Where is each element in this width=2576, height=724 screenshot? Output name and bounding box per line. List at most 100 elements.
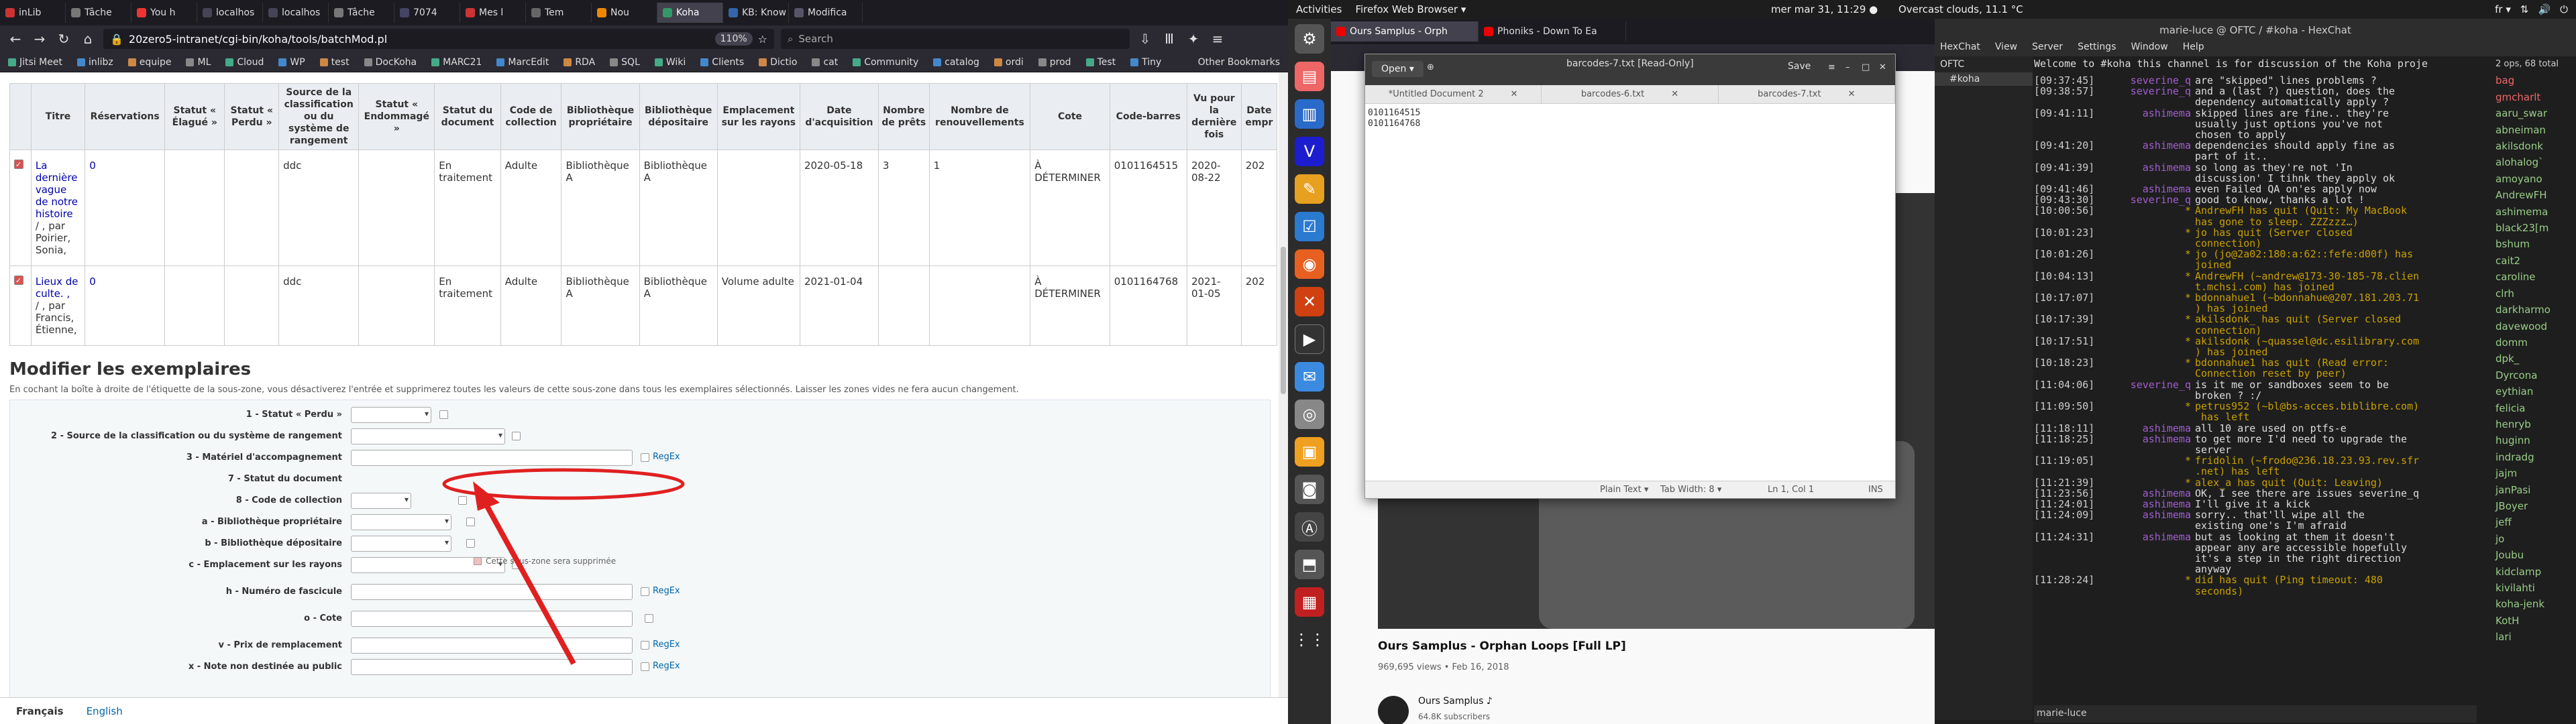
zoom-indicator[interactable]: 110% — [714, 32, 753, 46]
nickname[interactable]: ashimema — [2104, 140, 2195, 162]
bookmark-item[interactable]: DocKoha — [364, 57, 417, 68]
user-entry[interactable]: darkharmo — [2496, 302, 2576, 318]
column-header[interactable]: Emplacement sur les rayons — [716, 83, 800, 150]
delete-subfield-checkbox[interactable] — [641, 662, 649, 671]
back-arrow-icon[interactable]: ← — [7, 30, 24, 48]
app-menu[interactable]: Firefox Web Browser ▾ — [1355, 3, 1466, 15]
column-header[interactable]: Réservations — [85, 83, 166, 150]
bookmark-item[interactable]: inlibz — [76, 57, 113, 68]
user-entry[interactable]: huginn — [2496, 432, 2576, 448]
extensions-icon[interactable]: ✦ — [1185, 30, 1202, 48]
user-entry[interactable]: clrh — [2496, 286, 2576, 302]
language-english-link[interactable]: English — [87, 705, 123, 717]
bookmark-item[interactable]: Wiki — [654, 57, 686, 68]
nickname[interactable]: ashimema — [2104, 108, 2195, 141]
server-node[interactable]: OFTC — [1935, 56, 2033, 72]
column-header[interactable] — [9, 83, 32, 150]
nickname[interactable]: * — [2104, 314, 2195, 335]
firefox-dock-icon[interactable]: ◉ — [1295, 249, 1324, 279]
message-input[interactable]: marie-luce — [2034, 705, 2477, 723]
gedit-tab[interactable]: barcodes-6.txt ✕ — [1542, 85, 1719, 103]
bookmark-item[interactable]: SQL — [610, 57, 640, 68]
user-entry[interactable]: jo — [2496, 531, 2576, 547]
browser-tab[interactable]: Phoniks - Down To Ea — [1479, 21, 1626, 42]
browser-tab[interactable]: Ours Samplus - Orph — [1331, 21, 1479, 42]
delete-subfield-checkbox[interactable] — [458, 496, 467, 505]
field-select[interactable] — [351, 407, 431, 423]
column-header[interactable]: Titre — [30, 83, 86, 150]
nickname[interactable]: severine_q — [2104, 75, 2195, 86]
delete-subfield-checkbox[interactable] — [512, 432, 521, 440]
files-dock-icon[interactable]: ▤ — [1295, 62, 1324, 91]
column-header[interactable]: Statut du document — [434, 83, 501, 150]
regex-link[interactable]: RegEx — [653, 452, 680, 462]
bookmark-item[interactable]: ML — [186, 57, 211, 68]
bookmark-item[interactable]: ordi — [994, 57, 1024, 68]
user-entry[interactable]: dpk_ — [2496, 351, 2576, 367]
row-checkbox[interactable] — [14, 159, 23, 171]
menu-icon[interactable]: ≡ — [1209, 30, 1226, 48]
user-entry[interactable]: ashimema — [2496, 204, 2576, 220]
bookmark-item[interactable]: Clients — [700, 57, 744, 68]
menu-item[interactable]: HexChat — [1940, 42, 1980, 56]
field-input[interactable] — [351, 611, 633, 627]
reservations-link[interactable]: 0 — [89, 160, 96, 172]
bookmark-item[interactable]: test — [319, 57, 350, 68]
system-status[interactable]: fr ▾ ⇅ 🔊 ⏻ — [2495, 3, 2568, 15]
disk-dock-icon[interactable]: ◎ — [1295, 400, 1324, 429]
minimize-icon[interactable]: – — [1845, 62, 1850, 72]
user-entry[interactable]: amoyano — [2496, 171, 2576, 187]
accessibility-dock-icon[interactable]: Ⓐ — [1295, 512, 1324, 542]
forward-arrow-icon[interactable]: → — [31, 30, 48, 48]
regex-link[interactable]: RegEx — [653, 586, 680, 596]
field-select[interactable] — [351, 514, 451, 530]
bookmark-item[interactable]: Tiny — [1130, 57, 1161, 68]
user-entry[interactable]: aaru_swar — [2496, 105, 2576, 121]
menu-item[interactable]: Window — [2131, 42, 2167, 56]
nickname[interactable]: severine_q — [2104, 379, 2195, 401]
title-link[interactable]: La dernière vague de notre histoire — [36, 160, 78, 220]
nickname[interactable]: * — [2104, 270, 2195, 292]
channel-node[interactable]: #koha — [1935, 72, 2033, 86]
menu-item[interactable]: Help — [2183, 42, 2204, 56]
field-input[interactable] — [351, 638, 633, 654]
notes-dock-icon[interactable]: ✎ — [1295, 174, 1324, 204]
bookmark-item[interactable]: WP — [278, 57, 305, 68]
bookmark-item[interactable]: equipe — [127, 57, 171, 68]
new-tab-icon[interactable]: ⊕ — [1427, 62, 1434, 72]
url-bar[interactable]: 🔒 20zero5-intranet/cgi-bin/koha/tools/ba… — [103, 29, 774, 49]
column-header[interactable]: Bibliothèque propriétaire — [561, 83, 640, 150]
language-selector[interactable]: Plain Text ▾ — [1600, 485, 1648, 495]
library-icon[interactable]: Ⅲ — [1161, 30, 1178, 48]
open-button[interactable]: Open ▾ — [1372, 61, 1424, 77]
column-header[interactable]: Code de collection — [500, 83, 562, 150]
user-entry[interactable]: jeff — [2496, 514, 2576, 530]
browser-tab[interactable]: Modifica — [789, 3, 863, 23]
user-entry[interactable]: kidclamp — [2496, 564, 2576, 580]
reservations-link[interactable]: 0 — [89, 276, 96, 288]
clock[interactable]: mer mar 31, 11:29 ● — [1771, 3, 1878, 15]
user-entry[interactable]: abneiman — [2496, 122, 2576, 138]
nickname[interactable]: severine_q — [2104, 194, 2195, 205]
tool-dock-icon[interactable]: ✕ — [1295, 287, 1324, 316]
column-header[interactable]: Date d'acquisition — [799, 83, 879, 150]
user-entry[interactable]: davewood — [2496, 318, 2576, 335]
channel-topic[interactable]: Welcome to #koha this channel is for dis… — [2034, 58, 2477, 70]
user-entry[interactable]: lari — [2496, 629, 2576, 645]
nickname[interactable]: * — [2104, 205, 2195, 227]
delete-subfield-checkbox[interactable] — [641, 587, 649, 596]
nickname[interactable]: * — [2104, 357, 2195, 379]
bookmark-item[interactable]: cat — [812, 57, 838, 68]
bookmark-item[interactable]: prod — [1038, 57, 1071, 68]
nickname[interactable]: * — [2104, 227, 2195, 249]
column-header[interactable]: Source de la classification ou du systèm… — [278, 83, 360, 150]
tab-width-selector[interactable]: Tab Width: 8 ▾ — [1660, 485, 1721, 495]
user-entry[interactable]: henryb — [2496, 416, 2576, 432]
field-select[interactable] — [351, 428, 505, 444]
column-header[interactable]: Code-barres — [1109, 83, 1187, 150]
maximize-icon[interactable]: □ — [1862, 62, 1870, 72]
user-entry[interactable]: KotH — [2496, 613, 2576, 629]
nickname[interactable]: ashimema — [2104, 162, 2195, 184]
column-header[interactable]: Nombre de renouvellements — [928, 83, 1031, 150]
bookmark-item[interactable]: catalog — [933, 57, 979, 68]
